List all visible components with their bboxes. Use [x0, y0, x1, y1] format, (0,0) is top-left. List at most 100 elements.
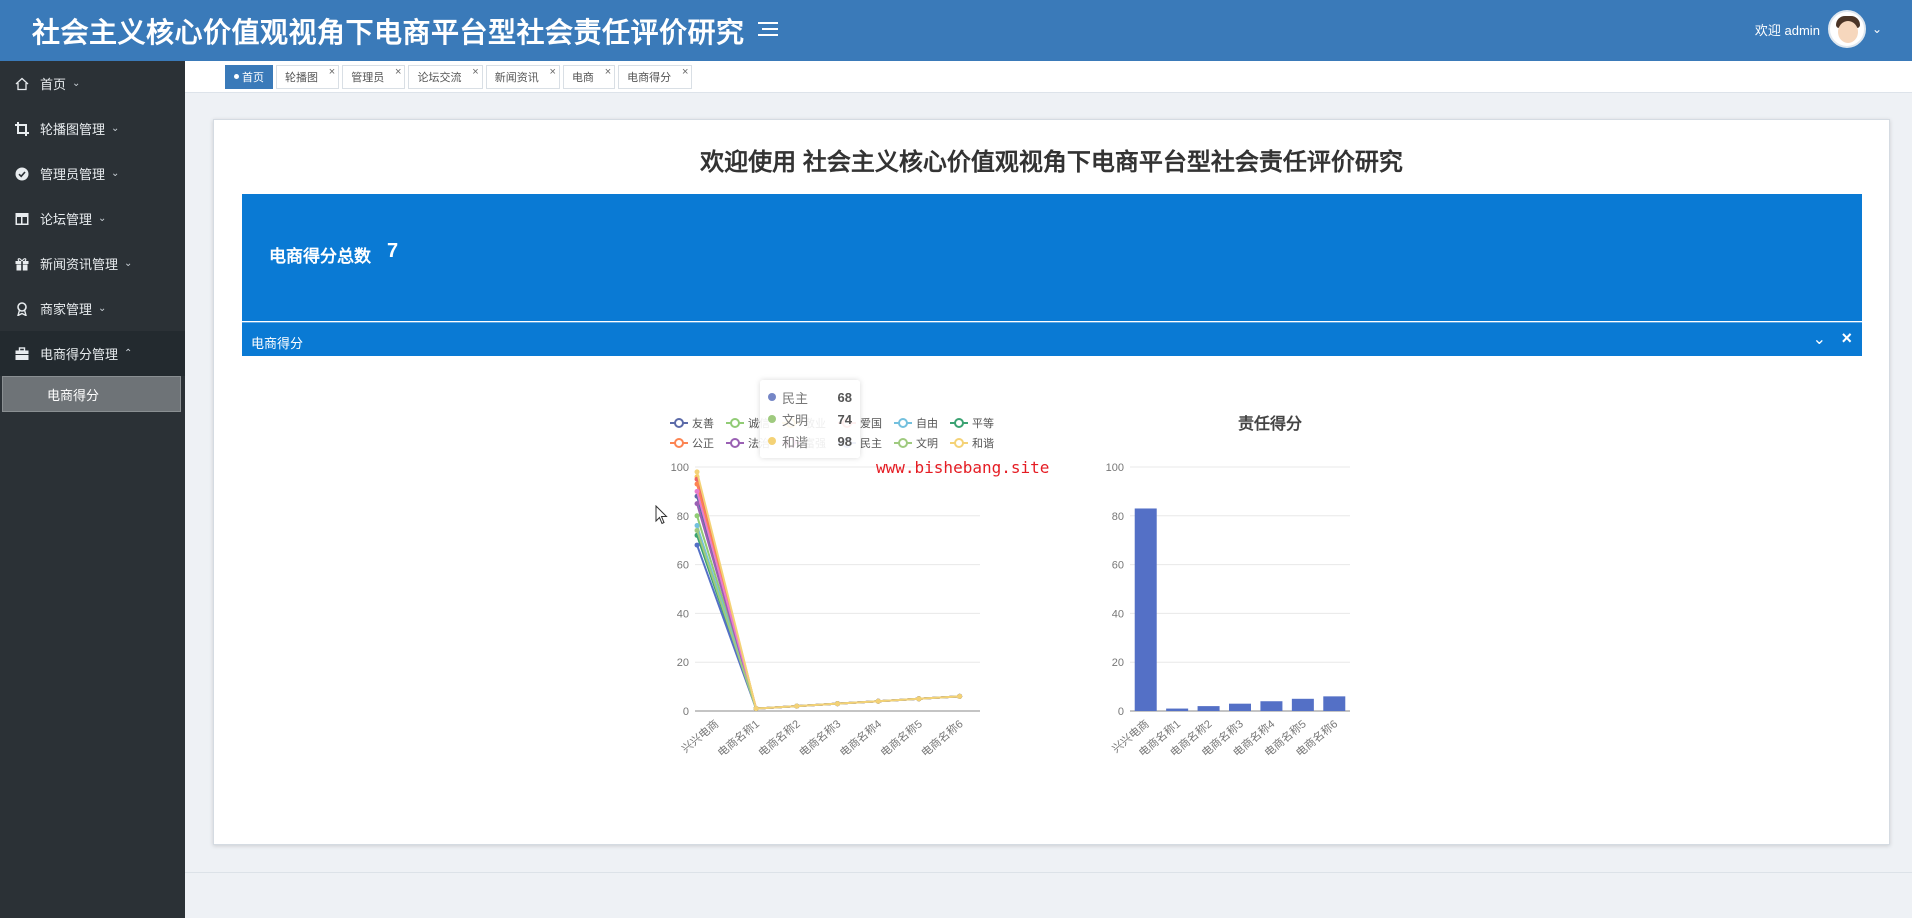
- y-tick-label: 100: [671, 462, 689, 474]
- sidebar-item-scores[interactable]: 电商得分管理 ⌃: [0, 331, 185, 376]
- y-tick-label: 60: [677, 560, 689, 572]
- data-point: [794, 703, 800, 709]
- bar: [1166, 708, 1189, 711]
- data-point: [835, 701, 840, 707]
- series-line: [696, 496, 960, 710]
- tab-admins[interactable]: 管理员 ×: [342, 64, 406, 89]
- data-point: [694, 527, 700, 533]
- mouse-cursor-icon: [655, 505, 668, 525]
- legend-label: 自由: [916, 416, 938, 430]
- sidebar-item-label: 论坛管理: [40, 212, 93, 227]
- legend-label: 公正: [692, 438, 714, 450]
- bar: [1323, 696, 1346, 711]
- sidebar: 首页 ⌄ 轮播图管理 ⌄ 管理员管理 ⌄ 论坛管理 ⌄ 新闻资讯管理 ⌄ 商家管…: [0, 61, 185, 918]
- avatar[interactable]: [1827, 10, 1866, 48]
- x-tick-label: 电商名称2: [755, 717, 802, 760]
- tooltip-series: 和谐: [782, 434, 809, 450]
- close-icon[interactable]: ×: [472, 66, 478, 78]
- series-swatch: [768, 393, 776, 401]
- stat-value: 7: [387, 240, 399, 262]
- series-line: [696, 515, 960, 710]
- close-icon[interactable]: ×: [395, 66, 401, 78]
- data-point: [694, 501, 700, 507]
- stat-box: 电商得分总数 7: [242, 194, 1862, 321]
- sidebar-item-news[interactable]: 新闻资讯管理 ⌄: [0, 241, 185, 286]
- legend-marker: [954, 418, 964, 428]
- sidebar-item-label: 管理员管理: [40, 167, 106, 182]
- data-point: [694, 523, 700, 529]
- bar: [1291, 698, 1314, 711]
- stat-label: 电商得分总数: [269, 247, 371, 266]
- watermark-text: www.bishebang.site: [876, 458, 1050, 477]
- chevron-down-icon: ⌄: [98, 303, 107, 314]
- sidebar-item-forum[interactable]: 论坛管理 ⌄: [0, 196, 185, 241]
- chevron-down-icon: ⌄: [111, 168, 120, 179]
- tooltip-value: 74: [837, 411, 852, 427]
- sidebar-item-home[interactable]: 首页 ⌄: [0, 61, 185, 106]
- chevron-down-icon[interactable]: ⌄: [1872, 22, 1882, 36]
- close-icon[interactable]: ×: [682, 66, 688, 78]
- sidebar-item-label: 轮播图管理: [40, 122, 106, 137]
- tab-forum[interactable]: 论坛交流 ×: [408, 64, 483, 89]
- close-icon[interactable]: ×: [550, 66, 556, 78]
- sidebar-item-admins[interactable]: 管理员管理 ⌄: [0, 151, 185, 196]
- series-line: [696, 530, 960, 710]
- tab-scores[interactable]: 电商得分 ×: [618, 64, 693, 89]
- x-tick-label: 电商名称3: [796, 717, 843, 760]
- legend-marker: [730, 418, 740, 428]
- sidebar-item-label: 新闻资讯管理: [40, 257, 119, 272]
- sidebar-item-label: 电商得分管理: [40, 347, 119, 362]
- sidebar-item-label: 首页: [40, 77, 67, 92]
- sidebar-item-carousel[interactable]: 轮播图管理 ⌄: [0, 106, 185, 151]
- tab-carousel[interactable]: 轮播图 ×: [276, 64, 340, 89]
- tooltip-series: 文明: [782, 412, 809, 428]
- user-menu[interactable]: 欢迎 admin ⌄: [1755, 10, 1882, 48]
- welcome-text: 欢迎 admin: [1754, 22, 1820, 38]
- tab-news[interactable]: 新闻资讯 ×: [485, 64, 560, 89]
- chevron-up-icon: ⌃: [124, 348, 133, 359]
- chevron-down-icon: ⌄: [124, 258, 133, 269]
- data-point: [694, 469, 700, 475]
- chart-title: 责任得分: [1238, 414, 1302, 433]
- check-circle-icon: [14, 166, 30, 182]
- tab-ecommerce[interactable]: 电商 ×: [562, 64, 616, 89]
- panel-header: 电商得分 ⌄ ×: [242, 322, 1862, 356]
- y-tick-label: 0: [1118, 706, 1124, 718]
- sidebar-subitem-scores[interactable]: 电商得分: [2, 376, 181, 412]
- bar-chart: 责任得分020406080100兴兴电商电商名称1电商名称2电商名称3电商名称4…: [1106, 414, 1350, 760]
- close-icon[interactable]: ×: [329, 66, 335, 78]
- legend-marker: [674, 418, 684, 428]
- legend-marker: [954, 438, 964, 448]
- legend-marker: [898, 418, 908, 428]
- tab-label: 论坛交流: [417, 71, 462, 84]
- menu-toggle-icon[interactable]: [758, 18, 778, 42]
- series-line: [696, 478, 960, 710]
- chevron-down-icon: ⌄: [72, 78, 81, 89]
- tab-bar: 首页 轮播图 × 管理员 × 论坛交流 × 新闻资讯 × 电商 × 电商得分 ×: [185, 61, 1912, 93]
- y-tick-label: 20: [677, 657, 689, 669]
- tab-label: 管理员: [351, 71, 385, 84]
- legend-marker: [898, 438, 908, 448]
- tab-home[interactable]: 首页: [225, 64, 273, 89]
- collapse-icon[interactable]: ⌄: [1813, 329, 1826, 349]
- x-tick-label: 兴兴电商: [679, 717, 722, 756]
- tab-label: 电商: [571, 71, 594, 84]
- footer-strip: [185, 872, 1912, 918]
- sidebar-item-merchants[interactable]: 商家管理 ⌄: [0, 286, 185, 331]
- layout-icon: [14, 211, 30, 227]
- award-icon: [14, 301, 30, 317]
- series-line: [696, 476, 960, 710]
- legend-label: 和谐: [972, 436, 994, 450]
- tooltip-row: 民主 68: [768, 386, 852, 408]
- close-icon[interactable]: ×: [1841, 328, 1852, 349]
- tab-label: 电商得分: [627, 71, 672, 84]
- y-tick-label: 80: [1112, 511, 1124, 523]
- data-point: [957, 693, 963, 699]
- tab-label: 新闻资讯: [494, 71, 539, 84]
- series-swatch: [768, 437, 776, 445]
- top-header: 社会主义核心价值观视角下电商平台型社会责任评价研究 欢迎 admin ⌄: [0, 0, 1912, 61]
- legend-label: 爱国: [860, 417, 882, 430]
- panel-title: 电商得分: [251, 336, 304, 351]
- close-icon[interactable]: ×: [605, 66, 611, 78]
- data-point: [694, 513, 700, 519]
